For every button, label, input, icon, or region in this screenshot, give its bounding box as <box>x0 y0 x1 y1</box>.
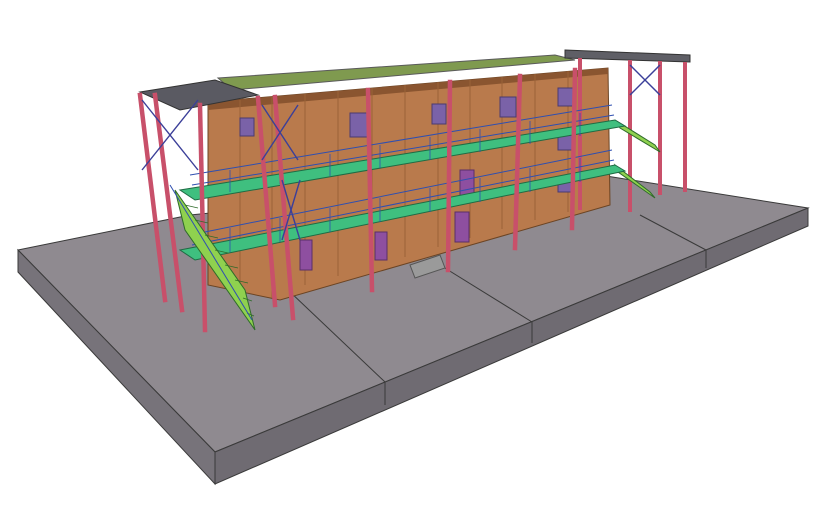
door <box>374 231 388 261</box>
structural-model-drawing <box>17 49 810 486</box>
column <box>445 79 453 273</box>
window <box>557 87 575 107</box>
window <box>239 117 255 137</box>
window <box>431 103 447 125</box>
column <box>569 67 578 231</box>
door <box>299 239 313 271</box>
window <box>499 96 517 118</box>
door <box>454 211 470 243</box>
model-viewport[interactable] <box>0 0 838 509</box>
